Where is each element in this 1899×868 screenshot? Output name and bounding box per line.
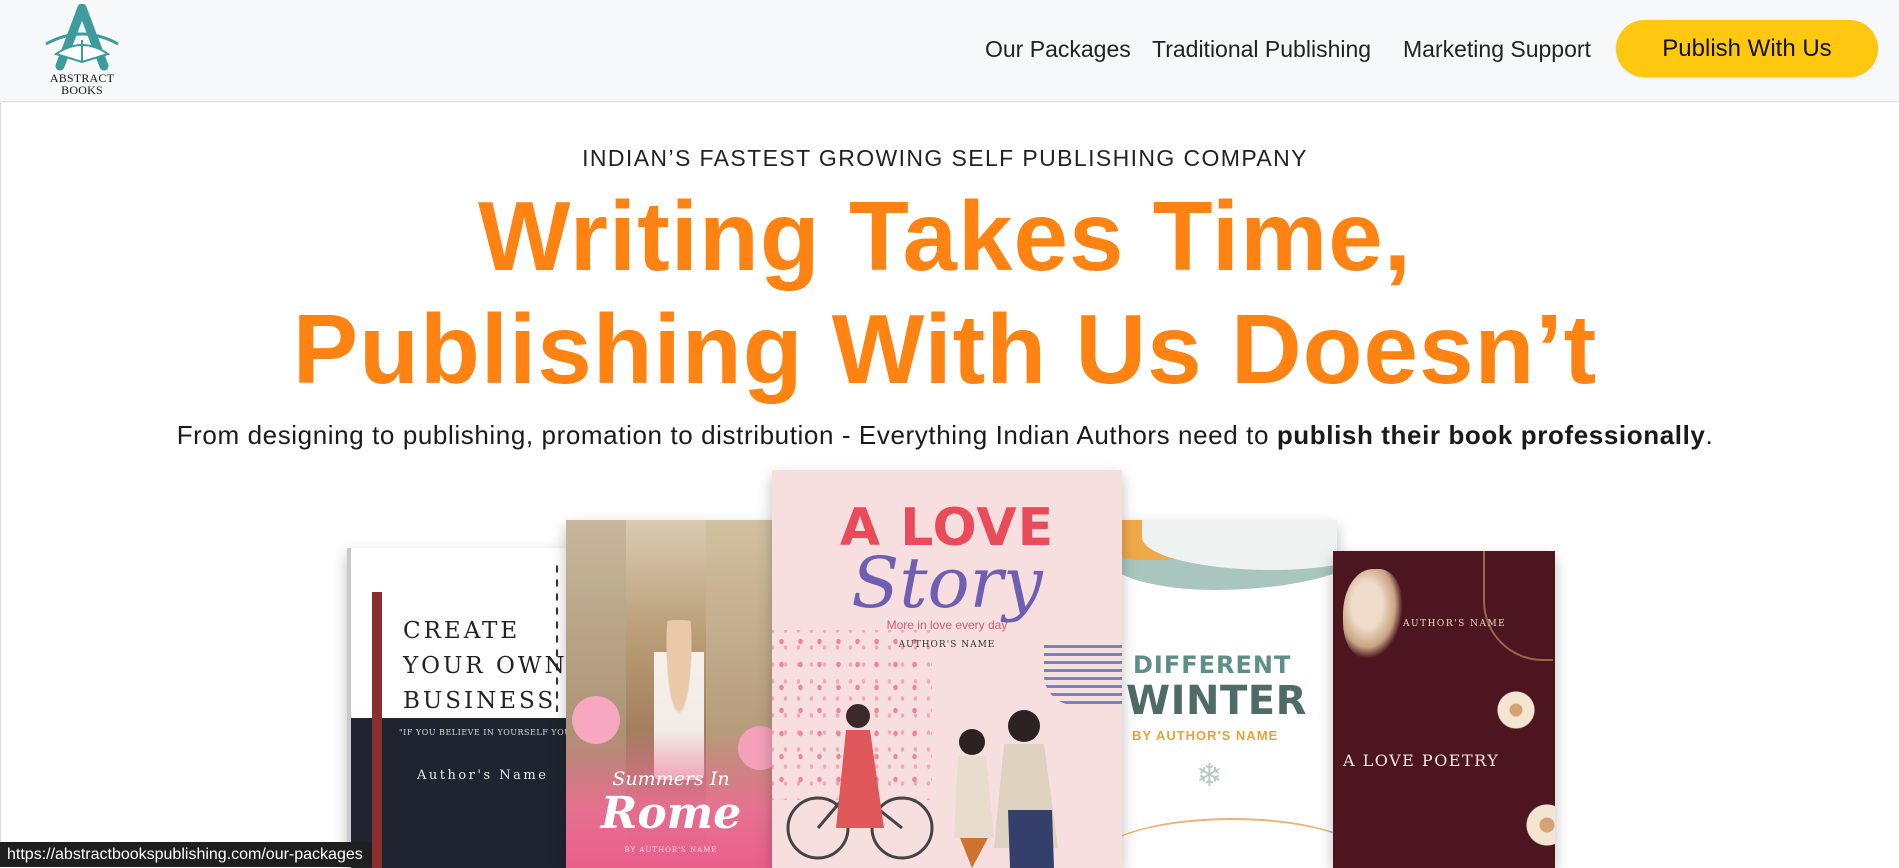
book-cover-a-love-story: A LOVE Story More in love every day AUTH… — [772, 470, 1122, 868]
snowflake-icon: ❄ — [1196, 757, 1223, 793]
flower-icon — [1523, 801, 1555, 849]
cover-author: BY AUTHOR'S NAME — [1132, 728, 1279, 743]
cover-tagline: More in love every day — [886, 618, 1008, 632]
flower-icon — [1495, 689, 1537, 731]
cover-bottom-curve — [1122, 818, 1337, 868]
book-cover-different-winter: DIFFERENT WINTER BY AUTHOR'S NAME ❄ — [1122, 520, 1337, 868]
cover-author: AUTHOR'S NAME — [898, 640, 996, 650]
cover-title-line1: CREATE — [403, 618, 521, 644]
status-bar-url: https://abstractbookspublishing.com/our-… — [0, 842, 372, 867]
cover-title-line3: BUSINESS — [403, 688, 557, 714]
cover-title-line2: YOUR OWN — [403, 653, 568, 679]
cover-title-line2: Story — [851, 542, 1043, 624]
cover-red-bar — [372, 592, 382, 868]
cover-title-line1: Summers In — [612, 768, 730, 790]
cover-author: BY AUTHOR'S NAME — [624, 846, 718, 854]
book-covers-showcase: CREATE YOUR OWN BUSINESS "IF YOU BELIEVE… — [0, 0, 1899, 868]
dove-icon — [1343, 569, 1403, 659]
cover-author: AUTHOR'S NAME — [1403, 619, 1507, 629]
book-cover-create-your-own-business: CREATE YOUR OWN BUSINESS "IF YOU BELIEVE… — [347, 548, 573, 868]
heart-balloon-icon — [572, 696, 620, 744]
book-cover-a-love-poetry: AUTHOR'S NAME A LOVE POETRY — [1333, 551, 1555, 868]
cover-branch — [1483, 551, 1553, 661]
cover-author: Author's Name — [417, 768, 549, 783]
heart-balloon-icon — [738, 726, 776, 770]
book-cover-summers-in-rome: Summers In Rome BY AUTHOR'S NAME — [566, 520, 776, 868]
cover-title-line1: DIFFERENT — [1133, 651, 1292, 679]
cover-couple-illustration — [786, 704, 1058, 868]
cover-dark-band — [351, 718, 573, 868]
cover-title-line2: Rome — [600, 788, 742, 839]
cover-title-line2: WINTER — [1126, 678, 1307, 724]
cover-quote: "IF YOU BELIEVE IN YOURSELF YOU CAN DO I… — [399, 728, 573, 737]
cover-title: A LOVE POETRY — [1343, 751, 1500, 770]
